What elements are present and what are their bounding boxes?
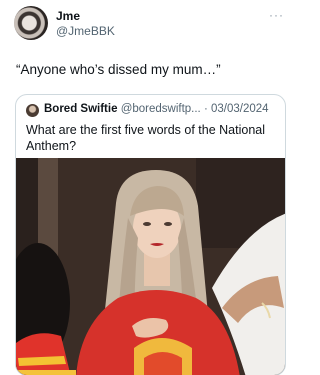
- quoted-author-handle[interactable]: @boredswiftp...: [121, 103, 201, 115]
- quoted-text: What are the first five words of the Nat…: [26, 123, 265, 153]
- quoted-separator: ·: [203, 103, 208, 115]
- more-options-icon[interactable]: ···: [269, 8, 284, 22]
- tweet: Jme @JmeBBK ··· “Anyone who’s dissed my …: [0, 0, 300, 375]
- quoted-avatar[interactable]: [26, 104, 39, 117]
- quoted-photo[interactable]: [16, 158, 285, 375]
- photo-illustration: [16, 158, 285, 375]
- quoted-date[interactable]: 03/03/2024: [211, 103, 269, 115]
- avatar[interactable]: [14, 6, 48, 40]
- tweet-text: “Anyone who’s dissed my mum…”: [16, 62, 221, 77]
- author-name[interactable]: Jme: [56, 9, 80, 23]
- quoted-author-name[interactable]: Bored Swiftie: [44, 103, 117, 115]
- quoted-tweet[interactable]: Bored Swiftie @boredswiftp... · 03/03/20…: [15, 94, 286, 375]
- quoted-header: Bored Swiftie @boredswiftp... · 03/03/20…: [44, 103, 269, 115]
- author-handle[interactable]: @JmeBBK: [56, 24, 115, 38]
